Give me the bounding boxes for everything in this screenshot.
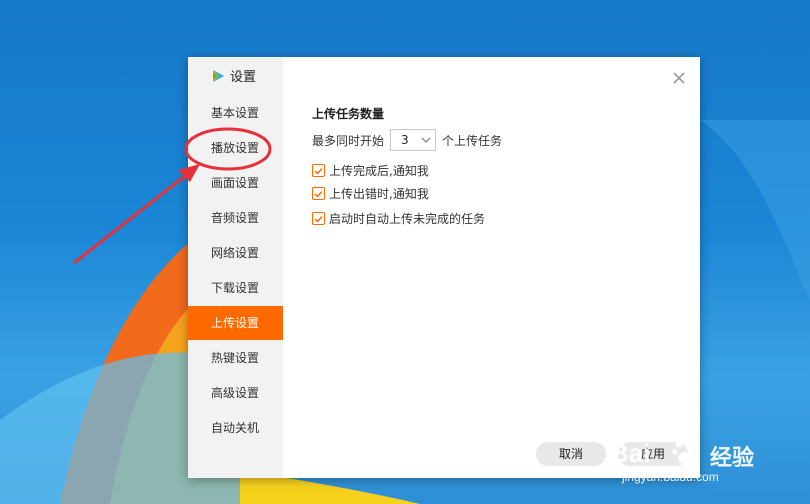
option-notify-error-label: 上传出错时,通知我: [329, 187, 429, 201]
nav-item-audio[interactable]: 音频设置: [188, 201, 283, 235]
concurrent-uploads-row: 最多同时开始 3 个上传任务: [312, 129, 502, 151]
settings-sidebar: 设置 基本设置 播放设置 画面设置 音频设置 网络设置 下载设置 上传设置 热键…: [188, 57, 283, 478]
app-logo-icon: [213, 69, 224, 82]
watermark-text: 经验: [710, 446, 755, 471]
dialog-title-text: 设置: [230, 70, 257, 85]
nav-item-network[interactable]: 网络设置: [188, 236, 283, 270]
paw-icon: [672, 440, 698, 464]
nav-item-download[interactable]: 下载设置: [188, 271, 283, 305]
option-auto-resume-label: 启动时自动上传未完成的任务: [329, 212, 486, 226]
concurrent-uploads-value: 3: [401, 133, 409, 147]
checkmark-icon: [314, 167, 323, 175]
dialog-title: 设置: [210, 66, 256, 85]
nav-item-advanced[interactable]: 高级设置: [188, 376, 283, 410]
chevron-down-icon: [421, 137, 431, 143]
nav-item-hotkeys[interactable]: 热键设置: [188, 341, 283, 375]
checkbox-auto-resume[interactable]: [312, 212, 325, 225]
section-title: 上传任务数量: [312, 107, 385, 121]
option-notify-complete-label: 上传完成后,通知我: [329, 164, 429, 178]
watermark-brand: Bai: [610, 438, 651, 468]
upload-settings-panel: 上传任务数量: [312, 105, 384, 122]
watermark: Bai 经验 jingyan.baidu.com: [592, 430, 802, 500]
checkmark-icon: [314, 190, 323, 198]
option-notify-error[interactable]: 上传出错时,通知我: [312, 185, 429, 202]
nav-item-picture[interactable]: 画面设置: [188, 166, 283, 200]
concurrent-prefix-label: 最多同时开始: [312, 133, 385, 148]
nav-item-basic[interactable]: 基本设置: [188, 96, 283, 130]
checkmark-icon: [314, 215, 323, 223]
close-icon[interactable]: [672, 71, 686, 85]
option-auto-resume[interactable]: 启动时自动上传未完成的任务: [312, 210, 485, 227]
checkbox-notify-error[interactable]: [312, 187, 325, 200]
concurrent-uploads-select[interactable]: 3: [390, 129, 437, 151]
settings-dialog: 设置 基本设置 播放设置 画面设置 音频设置 网络设置 下载设置 上传设置 热键…: [188, 57, 700, 478]
nav-item-playback[interactable]: 播放设置: [188, 131, 283, 165]
nav-item-auto-shutdown[interactable]: 自动关机: [188, 411, 283, 445]
watermark-url: jingyan.baidu.com: [622, 470, 719, 484]
nav-item-upload[interactable]: 上传设置: [188, 306, 283, 340]
concurrent-suffix-label: 个上传任务: [442, 133, 503, 148]
checkbox-notify-complete[interactable]: [312, 164, 325, 177]
option-notify-complete[interactable]: 上传完成后,通知我: [312, 162, 429, 179]
